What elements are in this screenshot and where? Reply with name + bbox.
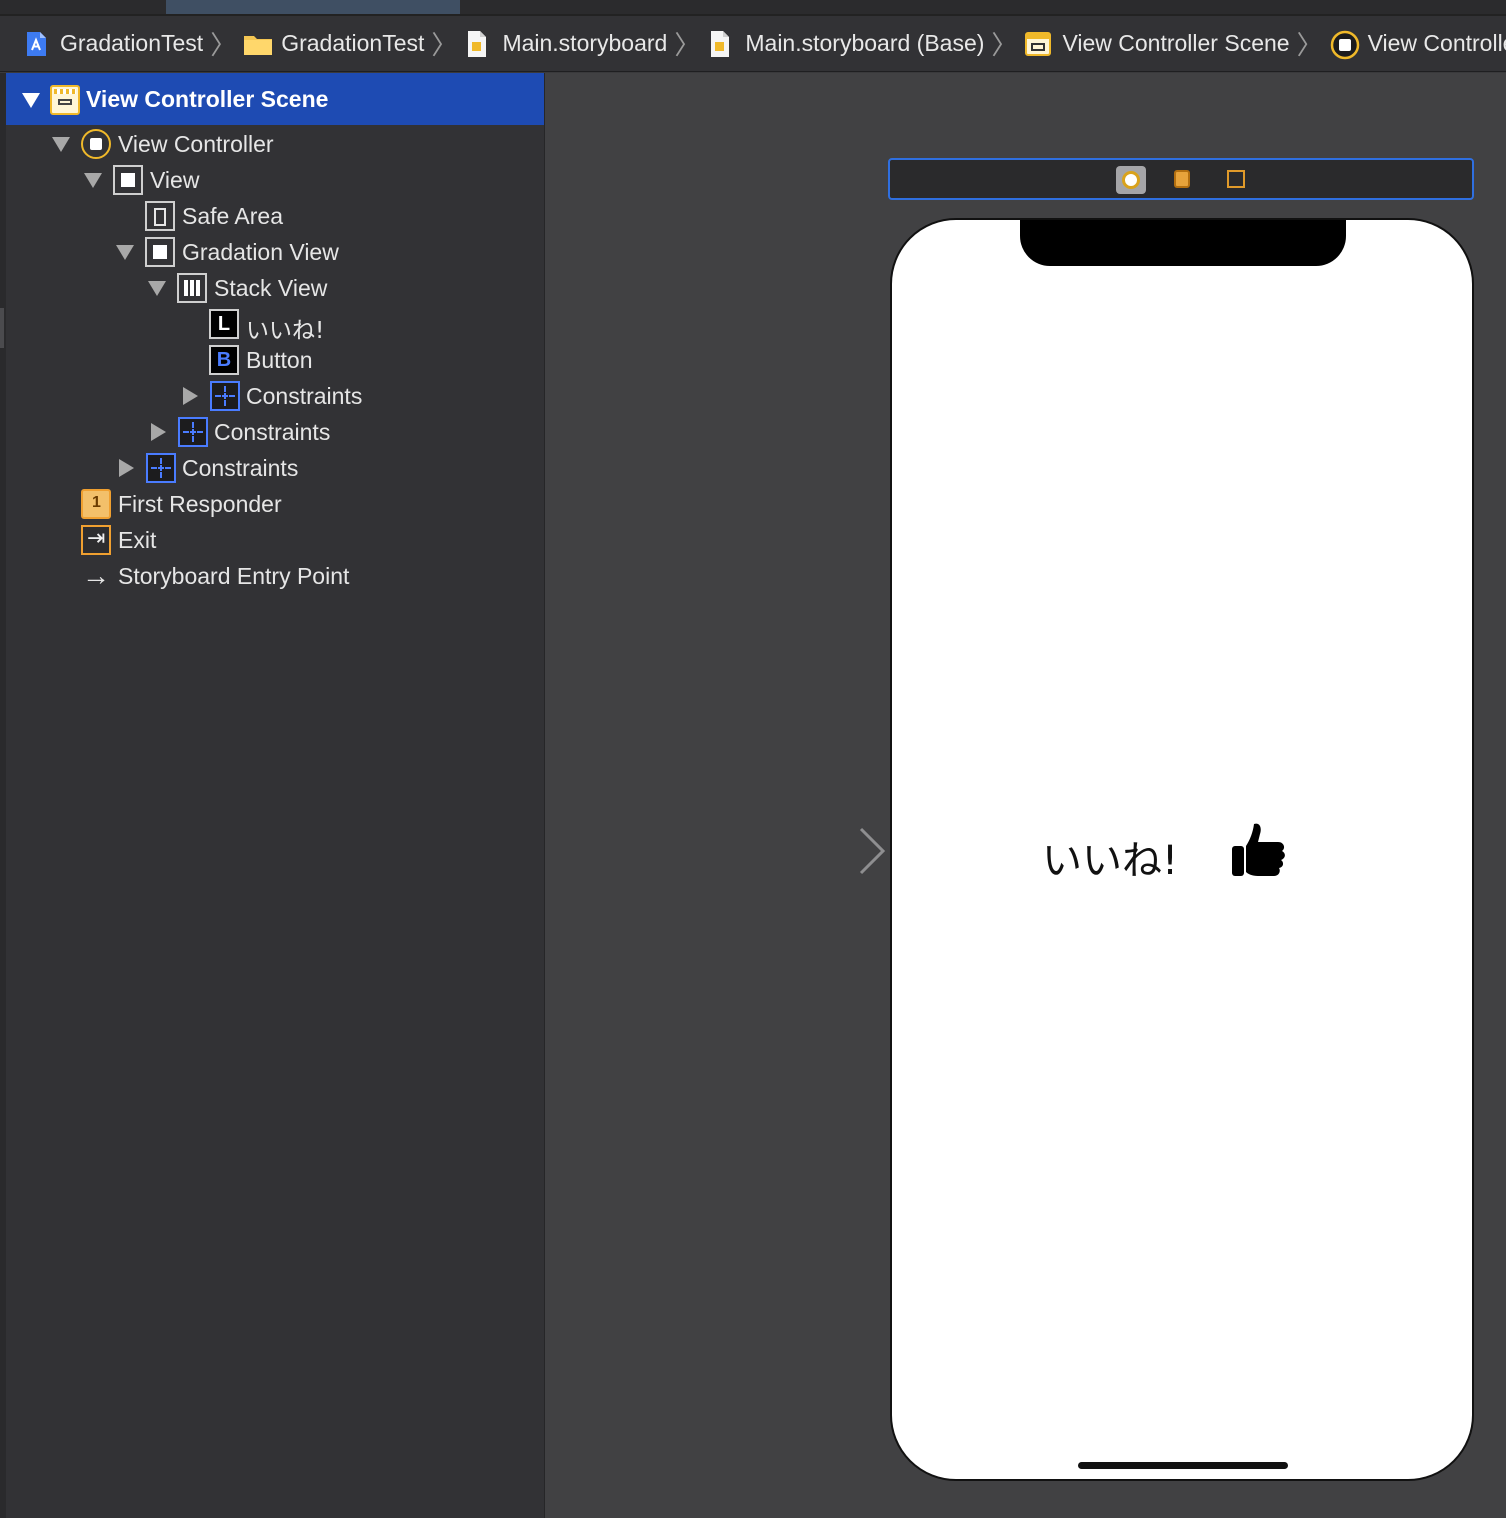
crumb-storyboard-base[interactable]: Main.storyboard (Base) 〉	[707, 25, 1024, 62]
chevron-right-icon: 〉	[674, 30, 701, 60]
outline-label: First Responder	[118, 491, 282, 517]
outline-label: View Controller Scene	[86, 86, 329, 112]
first-responder-icon	[81, 489, 111, 519]
outline-item-label[interactable]: L いいね!	[6, 306, 544, 344]
outline-item-scene[interactable]: View Controller Scene	[6, 73, 544, 125]
outline-label: Constraints	[246, 383, 363, 409]
safe-area-icon	[145, 201, 175, 231]
outline-label: Storyboard Entry Point	[118, 563, 350, 589]
crumb-label: Main.storyboard	[502, 30, 668, 56]
view-controller-icon	[81, 129, 111, 159]
disclosure-open-icon[interactable]	[22, 93, 40, 108]
crumb-view-controller[interactable]: View Controller	[1330, 30, 1506, 59]
label-icon: L	[209, 309, 239, 339]
crumb-scene[interactable]: View Controller Scene 〉	[1024, 25, 1329, 62]
like-label[interactable]: いいね!	[1042, 828, 1178, 886]
outline-item-constraints-view[interactable]: Constraints	[6, 450, 544, 486]
outline-label: Button	[246, 347, 313, 373]
stack-view-icon	[177, 273, 207, 303]
scene-icon	[50, 85, 80, 115]
disclosure-closed-icon[interactable]	[119, 459, 134, 477]
outline-item-view[interactable]: View	[6, 162, 544, 198]
disclosure-closed-icon[interactable]	[151, 423, 166, 441]
storyboard-file-icon	[464, 30, 492, 58]
arrow-right-icon: →	[82, 560, 110, 591]
outline-item-constraints-stack[interactable]: Constraints	[6, 378, 544, 414]
device-notch	[1020, 220, 1346, 266]
crumb-storyboard[interactable]: Main.storyboard 〉	[464, 25, 707, 62]
exit-icon[interactable]	[1222, 166, 1252, 194]
crumb-project[interactable]: GradationTest 〉	[22, 25, 243, 62]
view-controller-icon[interactable]	[1116, 166, 1146, 194]
outline-item-exit[interactable]: Exit	[6, 522, 544, 558]
outline-item-stack-view[interactable]: Stack View	[6, 270, 544, 306]
xcode-project-icon	[22, 30, 50, 58]
device-frame[interactable]: いいね!	[890, 218, 1474, 1481]
outline-label: View	[150, 167, 200, 193]
scene-icon	[1024, 30, 1052, 58]
disclosure-open-icon[interactable]	[52, 137, 70, 152]
active-editor-tab[interactable]	[166, 0, 460, 14]
chevron-right-icon: 〉	[210, 30, 237, 60]
chevron-right-icon: 〉	[1296, 30, 1323, 60]
home-indicator	[1078, 1462, 1288, 1469]
outline-item-first-responder[interactable]: First Responder	[6, 486, 544, 522]
outline-item-button[interactable]: B Button	[6, 342, 544, 378]
button-icon: B	[209, 345, 239, 375]
disclosure-open-icon[interactable]	[116, 245, 134, 260]
edge-marker	[0, 308, 4, 348]
view-controller-icon	[1330, 30, 1359, 59]
crumb-label: GradationTest	[281, 30, 425, 56]
outline-label: View Controller	[118, 131, 274, 157]
chevron-right-icon: 〉	[991, 30, 1018, 60]
constraints-icon	[210, 381, 240, 411]
outline-label: Gradation View	[182, 239, 339, 265]
outline-label: Constraints	[214, 419, 331, 445]
folder-icon	[243, 30, 273, 58]
crumb-label: View Controller Scene	[1062, 30, 1290, 56]
tab-strip	[0, 0, 1506, 16]
outline-item-constraints-gradation[interactable]: Constraints	[6, 414, 544, 450]
outline-label: Safe Area	[182, 203, 284, 229]
storyboard-file-icon	[707, 30, 735, 58]
scene-dock[interactable]	[888, 158, 1474, 200]
outline-item-entry-point[interactable]: → Storyboard Entry Point	[6, 558, 544, 594]
disclosure-closed-icon[interactable]	[183, 387, 198, 405]
first-responder-icon[interactable]	[1169, 166, 1199, 194]
storyboard-entry-arrow-icon[interactable]	[745, 826, 887, 876]
outline-item-view-controller[interactable]: View Controller	[6, 126, 544, 162]
document-outline: View Controller Scene View Controller Vi…	[6, 73, 545, 1518]
outline-label: Stack View	[214, 275, 328, 301]
disclosure-open-icon[interactable]	[84, 173, 102, 188]
outline-label: Exit	[118, 527, 157, 553]
crumb-label: GradationTest	[60, 30, 204, 56]
outline-item-safe-area[interactable]: Safe Area	[6, 198, 544, 234]
disclosure-open-icon[interactable]	[148, 281, 166, 296]
chevron-right-icon: 〉	[431, 30, 458, 60]
view-icon	[113, 165, 143, 195]
view-icon	[145, 237, 175, 267]
outline-label: いいね!	[246, 318, 325, 344]
outline-item-gradation-view[interactable]: Gradation View	[6, 234, 544, 270]
outline-label: Constraints	[182, 455, 299, 481]
thumbs-up-icon[interactable]	[1230, 820, 1290, 882]
crumb-folder[interactable]: GradationTest 〉	[243, 25, 464, 62]
jump-bar-breadcrumb: GradationTest 〉 GradationTest 〉 Main.sto…	[0, 16, 1506, 72]
crumb-label: Main.storyboard (Base)	[745, 30, 985, 56]
crumb-label: View Controller	[1367, 30, 1506, 56]
constraints-icon	[146, 453, 176, 483]
constraints-icon	[178, 417, 208, 447]
exit-icon	[81, 525, 111, 555]
